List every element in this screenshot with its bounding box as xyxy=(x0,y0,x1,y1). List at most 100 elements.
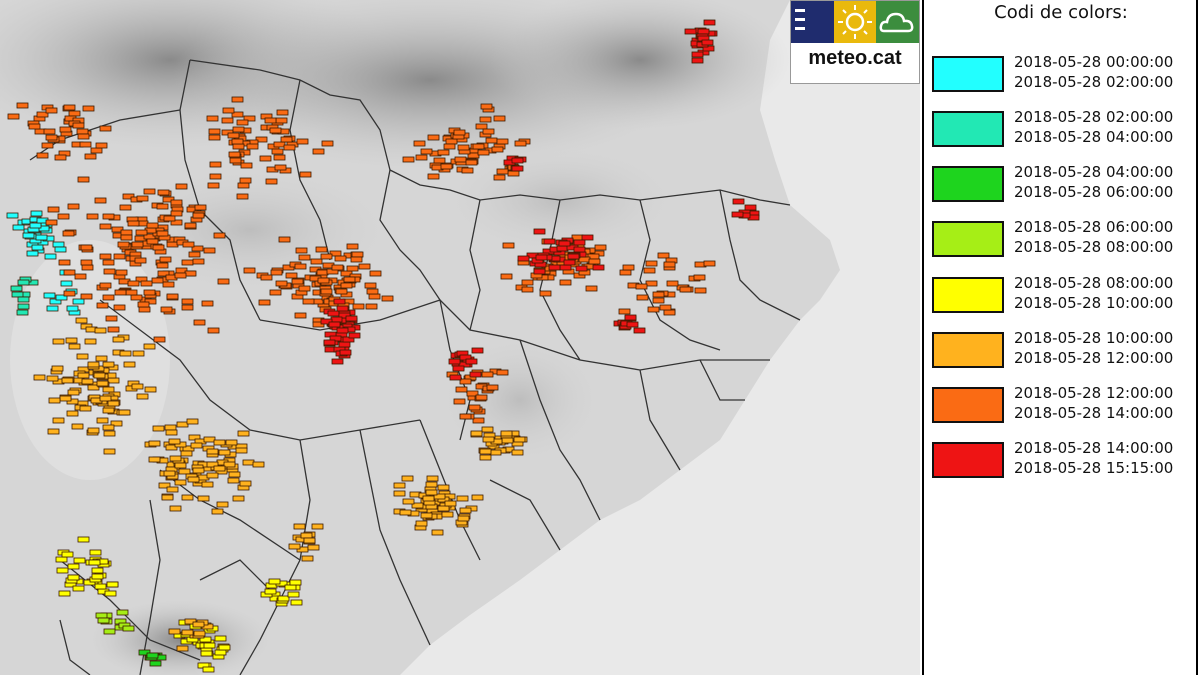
lightning-strike-marker xyxy=(315,246,328,253)
lightning-strike-marker xyxy=(33,374,46,381)
lightning-strike-marker xyxy=(207,182,220,189)
lightning-strike-marker xyxy=(122,625,135,632)
legend-label: 2018-05-28 14:00:00 2018-05-28 15:15:00 xyxy=(1014,438,1196,478)
lightning-strike-marker xyxy=(67,389,80,396)
lightning-strike-marker xyxy=(264,117,277,124)
lightning-strike-marker xyxy=(283,144,296,151)
lightning-strike-marker xyxy=(691,51,704,58)
lightning-strike-marker xyxy=(156,203,169,210)
lightning-strike-marker xyxy=(94,327,107,334)
lightning-strike-marker xyxy=(181,494,194,501)
lightning-strike-marker xyxy=(79,405,92,412)
lightning-strike-marker xyxy=(103,430,116,437)
legend-swatch xyxy=(932,332,1004,368)
lightning-strike-marker xyxy=(127,220,140,227)
lightning-strike-marker xyxy=(333,298,346,305)
legend-item: 2018-05-28 04:00:00 2018-05-28 06:00:00 xyxy=(930,162,1198,206)
color-legend: Codi de colors: 2018-05-28 00:00:00 2018… xyxy=(922,0,1198,675)
lightning-strike-marker xyxy=(102,294,115,301)
lightning-strike-marker xyxy=(99,395,112,402)
lightning-strike-marker xyxy=(274,164,287,171)
lightning-strike-marker xyxy=(81,264,94,271)
lightning-strike-marker xyxy=(422,495,435,502)
lightning-strike-marker xyxy=(691,57,704,64)
lightning-strike-marker xyxy=(194,204,207,211)
lightning-strike-marker xyxy=(99,282,112,289)
lightning-strike-marker xyxy=(192,621,205,628)
lightning-strike-marker xyxy=(440,163,453,170)
lightning-strike-marker xyxy=(652,297,665,304)
lightning-strike-marker xyxy=(539,290,552,297)
lightning-map[interactable] xyxy=(0,0,920,675)
lightning-strike-marker xyxy=(310,258,323,265)
lightning-strike-marker xyxy=(511,157,524,164)
lightning-strike-marker xyxy=(339,349,352,356)
lightning-strike-marker xyxy=(75,317,88,324)
lightning-strike-marker xyxy=(182,241,195,248)
lightning-strike-marker xyxy=(535,254,548,261)
lightning-strike-marker xyxy=(181,304,194,311)
legend-start: 2018-05-28 08:00:00 xyxy=(1014,274,1174,292)
legend-end: 2018-05-28 14:00:00 xyxy=(1014,404,1174,422)
lightning-strike-marker xyxy=(296,138,309,145)
lightning-strike-marker xyxy=(180,450,193,457)
lightning-strike-marker xyxy=(207,327,220,334)
lightning-strike-marker xyxy=(277,595,290,602)
lightning-strike-marker xyxy=(472,143,485,150)
lightning-strike-marker xyxy=(54,246,67,253)
lightning-strike-marker xyxy=(543,238,556,245)
lightning-strike-marker xyxy=(67,574,80,581)
legend-end: 2018-05-28 04:00:00 xyxy=(1014,128,1174,146)
lightning-strike-marker xyxy=(66,305,79,312)
lightning-strike-marker xyxy=(115,269,128,276)
lightning-strike-marker xyxy=(482,436,495,443)
lightning-strike-marker xyxy=(679,286,692,293)
lightning-strike-marker xyxy=(443,143,456,150)
legend-start: 2018-05-28 12:00:00 xyxy=(1014,384,1174,402)
lightning-strike-marker xyxy=(291,278,304,285)
lightning-strike-marker xyxy=(211,508,224,515)
lightning-strike-marker xyxy=(393,482,406,489)
lightning-strike-marker xyxy=(136,393,149,400)
legend-start: 2018-05-28 04:00:00 xyxy=(1014,163,1174,181)
lightning-strike-marker xyxy=(294,312,307,319)
map-canvas xyxy=(0,0,840,675)
legend-end: 2018-05-28 06:00:00 xyxy=(1014,183,1174,201)
legend-end: 2018-05-28 02:00:00 xyxy=(1014,73,1174,91)
lightning-strike-marker xyxy=(481,426,494,433)
lightning-strike-marker xyxy=(84,338,97,345)
lightning-strike-marker xyxy=(99,125,112,132)
lightning-strike-marker xyxy=(437,149,450,156)
lightning-strike-marker xyxy=(288,543,301,550)
lightning-strike-marker xyxy=(143,188,156,195)
lightning-strike-marker xyxy=(175,183,188,190)
lightning-strike-marker xyxy=(340,282,353,289)
lightning-strike-marker xyxy=(323,339,336,346)
lightning-strike-marker xyxy=(618,308,631,315)
lightning-strike-marker xyxy=(465,358,478,365)
lightning-strike-marker xyxy=(146,652,159,659)
lightning-strike-marker xyxy=(368,293,381,300)
lightning-strike-marker xyxy=(58,590,71,597)
lightning-strike-marker xyxy=(149,660,162,667)
lightning-strike-marker xyxy=(213,439,226,446)
lightning-strike-marker xyxy=(193,319,206,326)
lightning-strike-marker xyxy=(270,269,283,276)
legend-label: 2018-05-28 08:00:00 2018-05-28 10:00:00 xyxy=(1014,273,1196,313)
sun-icon xyxy=(833,1,877,43)
lightning-strike-marker xyxy=(459,378,472,385)
lightning-strike-marker xyxy=(321,140,334,147)
lightning-strike-marker xyxy=(507,170,520,177)
lightning-strike-marker xyxy=(231,96,244,103)
meteocat-logo[interactable]: meteo.cat xyxy=(790,0,920,84)
lightning-strike-marker xyxy=(52,241,65,248)
lightning-strike-marker xyxy=(184,270,197,277)
lightning-strike-marker xyxy=(60,280,73,287)
lightning-strike-marker xyxy=(170,199,183,206)
lightning-strike-marker xyxy=(500,273,513,280)
lightning-strike-marker xyxy=(316,269,329,276)
legend-item: 2018-05-28 08:00:00 2018-05-28 10:00:00 xyxy=(930,273,1198,317)
lightning-strike-marker xyxy=(105,315,118,322)
lightning-strike-marker xyxy=(157,189,170,196)
lightning-strike-marker xyxy=(217,278,230,285)
